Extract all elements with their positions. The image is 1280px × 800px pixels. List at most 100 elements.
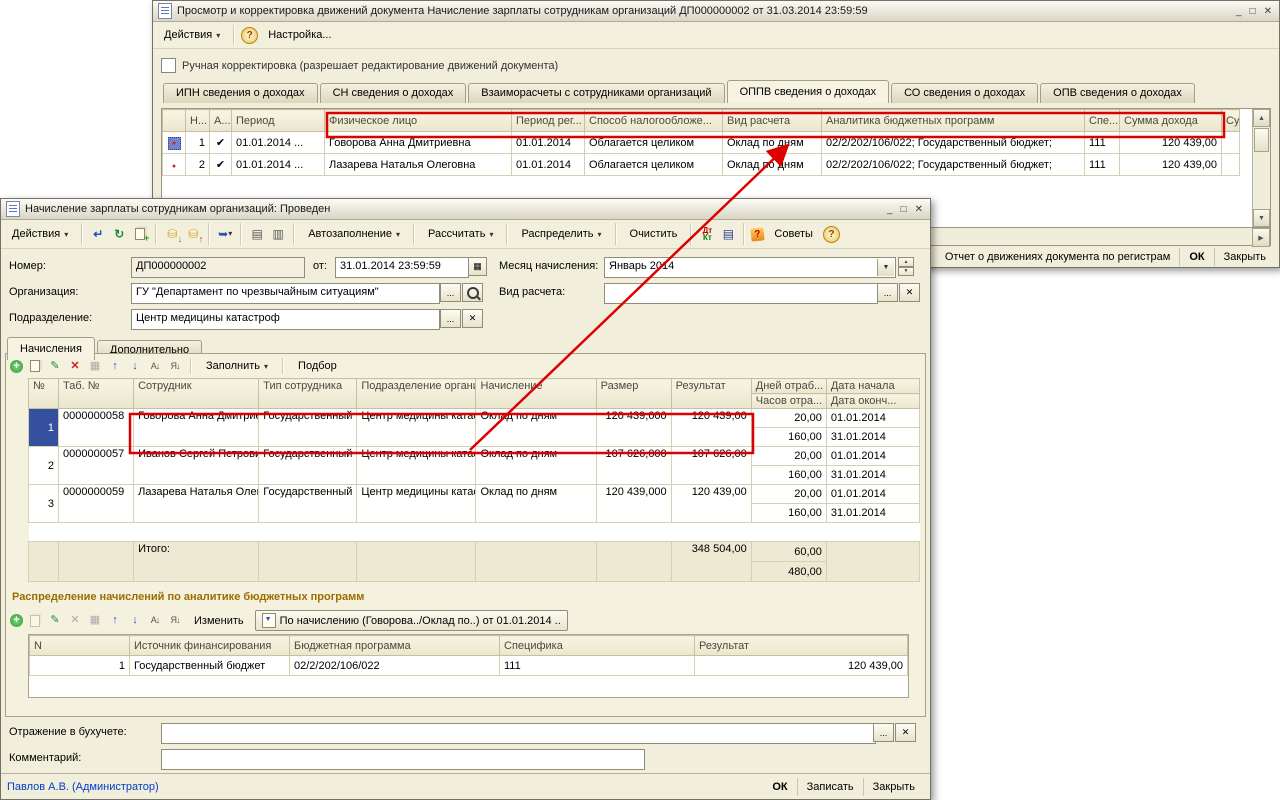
edit-row-icon[interactable]: ✎ [47, 359, 63, 374]
sort-desc-icon[interactable]: Я↓ [167, 359, 183, 374]
organization-field[interactable]: ГУ "Департамент по чрезвычайным ситуация… [131, 283, 440, 304]
move-down-icon[interactable]: ↓ [127, 613, 143, 628]
autofill-button[interactable]: Автозаполнение▾ [301, 225, 407, 243]
accounting-field[interactable] [161, 723, 876, 744]
close-icon[interactable]: ✕ [1264, 6, 1272, 17]
month-spinner[interactable]: ▲ ▼ [898, 257, 914, 276]
fill-menu-button[interactable]: Заполнить▾ [199, 357, 275, 375]
ok-button[interactable]: ОК [1179, 248, 1213, 266]
sort-asc-icon[interactable]: А↓ [147, 613, 163, 628]
dt-kt-icon[interactable]: ДтКт [698, 226, 716, 242]
tab-ipn[interactable]: ИПН сведения о доходах [163, 83, 318, 103]
minimize-icon[interactable]: _ [1236, 6, 1242, 17]
tab-oppv[interactable]: ОППВ сведения о доходах [727, 80, 890, 103]
scroll-down-icon[interactable]: ▼ [1253, 209, 1270, 227]
move-down-icon[interactable]: ↓ [127, 359, 143, 374]
help-icon[interactable]: ? [823, 226, 840, 243]
table-settings-icon[interactable]: ▤ [248, 226, 266, 242]
chevron-down-icon: ▾ [489, 230, 493, 239]
edit-row-icon[interactable]: ✎ [47, 613, 63, 628]
month-field[interactable]: Январь 2014▼ [604, 257, 896, 278]
movements-titlebar[interactable]: Просмотр и корректировка движений докуме… [153, 1, 1279, 22]
minimize-icon[interactable]: _ [887, 204, 893, 215]
move-up-icon[interactable]: ↑ [107, 613, 123, 628]
delete-row-icon: ✕ [67, 613, 83, 628]
report-icon[interactable]: ▤ [719, 226, 737, 242]
close-button[interactable]: Закрыть [863, 778, 924, 796]
close-icon[interactable]: ✕ [915, 204, 923, 215]
close-button[interactable]: Закрыть [1214, 248, 1275, 266]
select-icon[interactable]: ... [440, 309, 461, 328]
tab-opv[interactable]: ОПВ сведения о доходах [1040, 83, 1195, 103]
actions-menu[interactable]: Действия▾ [5, 225, 75, 243]
department-field[interactable]: Центр медицины катастроф [131, 309, 440, 330]
change-button[interactable]: Изменить [187, 612, 251, 630]
clear-icon[interactable]: ✕ [899, 283, 920, 302]
select-icon[interactable]: ... [873, 723, 894, 742]
tab-accruals[interactable]: Начисления [7, 337, 95, 360]
accruals-panel: + ✎ ✕ ▦ ↑ ↓ А↓ Я↓ Заполнить▾ Подбор № [5, 353, 926, 717]
add-row-icon[interactable]: + [10, 614, 23, 627]
sort-asc-icon[interactable]: А↓ [147, 359, 163, 374]
table-row[interactable]: 3 0000000059 Лазарева Наталья Олеговна Г… [29, 485, 920, 504]
current-user[interactable]: Павлов А.В. (Администратор) [7, 781, 763, 793]
calc-kind-field[interactable] [604, 283, 878, 304]
scroll-up-icon[interactable]: ▲ [1253, 109, 1270, 127]
calculate-button[interactable]: Рассчитать▾ [421, 225, 500, 243]
filter-icon [262, 613, 276, 628]
list-settings-icon[interactable]: ▥ [269, 226, 287, 242]
actions-menu[interactable]: Действия▾ [157, 26, 227, 44]
filter-button[interactable]: По начислению (Говорова../Оклад по..) от… [255, 610, 568, 631]
settings-button[interactable]: Настройка... [261, 26, 338, 44]
col-header: Сумма дохода [1120, 110, 1222, 132]
pick-button[interactable]: Подбор [291, 357, 344, 375]
clear-icon[interactable]: ✕ [462, 309, 483, 328]
clear-button[interactable]: Очистить [623, 225, 685, 243]
help-icon[interactable]: ? [241, 27, 258, 44]
maximize-icon[interactable]: □ [1250, 6, 1256, 17]
tab-sn[interactable]: СН сведения о доходах [320, 83, 467, 103]
spin-down-icon[interactable]: ▼ [898, 267, 914, 277]
table-row[interactable]: 2 0000000057 Иванов Сергей Петрович Госу… [29, 447, 920, 466]
scroll-right-icon[interactable]: ▶ [1252, 228, 1270, 247]
save-button[interactable]: Записать [797, 778, 863, 796]
table-row[interactable]: 1 0000000058 Говорова Анна Дмитриевна Го… [29, 409, 920, 428]
post-document-icon[interactable]: ↵ [89, 226, 107, 242]
select-icon[interactable]: ... [877, 283, 898, 302]
refresh-icon[interactable]: ↻ [110, 226, 128, 242]
select-icon[interactable]: ... [440, 283, 461, 302]
distribute-button[interactable]: Распределить▾ [514, 225, 608, 243]
tips-button[interactable]: Советы [767, 225, 819, 243]
salary-titlebar[interactable]: Начисление зарплаты сотрудникам организа… [1, 199, 930, 220]
distribution-header-row: N Источник финансирования Бюджетная прог… [30, 636, 908, 656]
comment-field[interactable] [161, 749, 645, 770]
calendar-icon[interactable]: ▦ [468, 257, 487, 276]
unpost-payments-icon[interactable]: ⛁↑ [184, 226, 202, 242]
spin-up-icon[interactable]: ▲ [898, 257, 914, 267]
new-document-icon[interactable]: + [131, 226, 149, 242]
copy-row-icon[interactable] [27, 359, 43, 374]
scroll-thumb[interactable] [1254, 128, 1269, 152]
tab-so[interactable]: СО сведения о доходах [891, 83, 1038, 103]
post-payments-icon[interactable]: ⛁↓ [163, 226, 181, 242]
add-row-icon[interactable]: + [10, 360, 23, 373]
report-movements-button[interactable]: Отчет о движениях документа по регистрам [936, 248, 1180, 266]
delete-row-icon[interactable]: ✕ [67, 359, 83, 374]
table-row[interactable]: ● 1 ✔ 01.01.2014 ... Говорова Анна Дмитр… [163, 132, 1240, 154]
move-up-icon[interactable]: ↑ [107, 359, 123, 374]
table-row[interactable]: 1 Государственный бюджет 02/2/202/106/02… [30, 656, 908, 676]
manual-correction-checkbox[interactable] [161, 58, 176, 73]
ok-button[interactable]: ОК [763, 778, 796, 796]
fill-document-icon[interactable]: ➥▾ [216, 226, 234, 242]
chevron-down-icon[interactable]: ▼ [877, 259, 894, 276]
search-icon[interactable] [462, 283, 483, 302]
date-field[interactable]: 31.01.2014 23:59:59 [335, 257, 469, 278]
document-icon [6, 201, 20, 217]
table-row[interactable]: ● 2 ✔ 01.01.2014 ... Лазарева Наталья Ол… [163, 154, 1240, 176]
maximize-icon[interactable]: □ [901, 204, 907, 215]
tab-mutual[interactable]: Взаиморасчеты с сотрудниками организаций [468, 83, 724, 103]
vertical-scrollbar[interactable]: ▲ ▼ [1252, 109, 1270, 227]
clear-icon[interactable]: ✕ [895, 723, 916, 742]
sort-desc-icon[interactable]: Я↓ [167, 613, 183, 628]
number-field[interactable]: ДП000000002 [131, 257, 305, 278]
